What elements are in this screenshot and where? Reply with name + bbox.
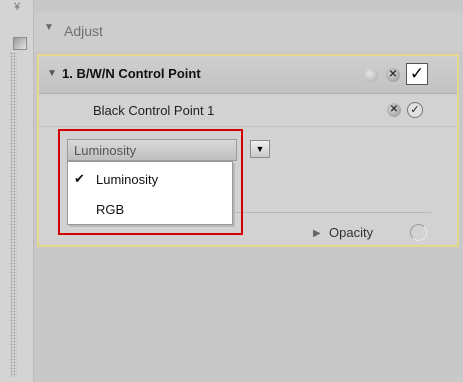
black-control-point-row[interactable]: Black Control Point 1 ✕ ✓ bbox=[39, 94, 457, 127]
app-window: ¥ ▼ Adjust ▼ 1. B/W/N Control Point ✕ ✓ … bbox=[0, 0, 463, 382]
disclosure-triangle-icon[interactable]: ▼ bbox=[47, 68, 57, 79]
control-point-title: 1. B/W/N Control Point bbox=[62, 66, 201, 81]
delete-icon[interactable]: ✕ bbox=[386, 68, 400, 82]
dropdown-arrow-icon[interactable]: ▼ bbox=[250, 140, 270, 158]
visibility-button[interactable] bbox=[364, 68, 378, 82]
dock-glyph: ¥ bbox=[14, 1, 21, 13]
adjust-section-header[interactable]: ▼ Adjust bbox=[34, 12, 463, 52]
opacity-label: Opacity bbox=[329, 225, 374, 240]
enable-checkbox[interactable]: ✓ bbox=[406, 63, 428, 85]
black-control-point-label: Black Control Point 1 bbox=[93, 103, 215, 118]
control-point-header[interactable]: ▼ 1. B/W/N Control Point ✕ ✓ bbox=[39, 56, 457, 94]
left-dock-strip: ¥ bbox=[0, 0, 34, 382]
highlight-annotation bbox=[58, 129, 243, 235]
delete-icon[interactable]: ✕ bbox=[387, 103, 401, 117]
divider bbox=[219, 212, 431, 213]
grip-dots[interactable] bbox=[10, 52, 17, 377]
enable-check-button[interactable]: ✓ bbox=[407, 102, 423, 118]
expand-arrow-icon[interactable]: ▶ bbox=[313, 228, 321, 239]
disclosure-triangle-icon[interactable]: ▼ bbox=[44, 22, 54, 33]
dock-handle-icon[interactable] bbox=[13, 37, 27, 50]
opacity-knob[interactable] bbox=[410, 224, 427, 241]
adjust-title: Adjust bbox=[64, 23, 103, 39]
